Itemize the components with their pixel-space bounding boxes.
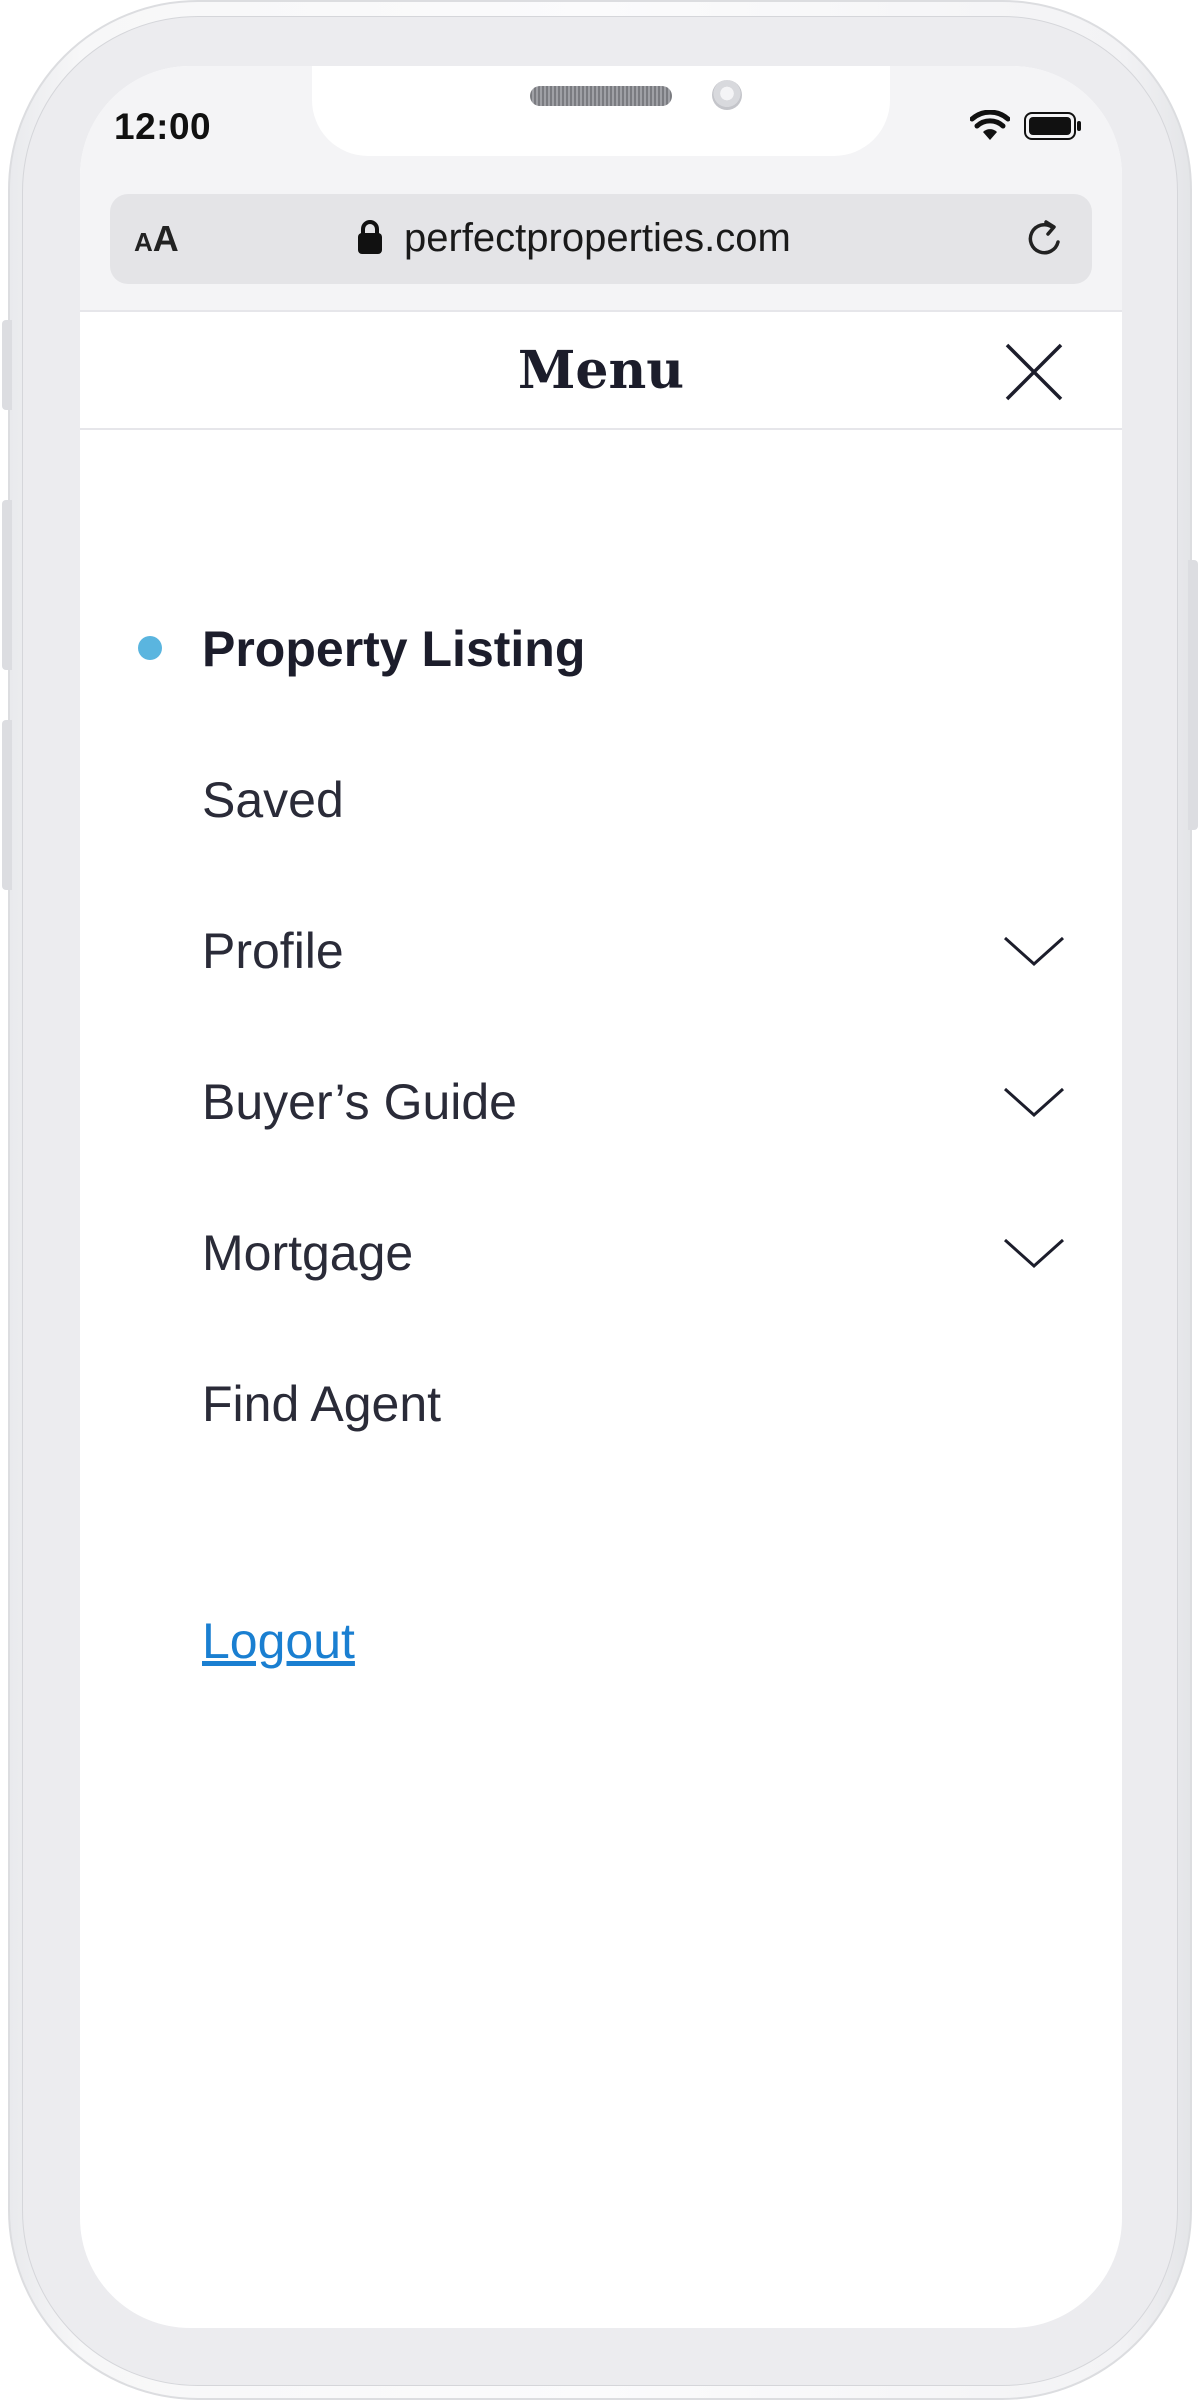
- nav-item-find-agent[interactable]: Find Agent: [80, 1325, 1122, 1475]
- speaker-grille: [530, 86, 672, 106]
- device-scene: 12:00 AA perfectproperties.com Menu Prop…: [0, 0, 1200, 2400]
- battery-icon: [1024, 112, 1081, 140]
- logout-link[interactable]: Logout: [202, 1612, 355, 1670]
- text-size-small-glyph: A: [134, 227, 153, 257]
- nav-item-label: Find Agent: [202, 1376, 442, 1432]
- chevron-down-icon[interactable]: [1002, 1085, 1066, 1121]
- wifi-icon: [970, 110, 1010, 140]
- reload-icon[interactable]: [1022, 216, 1068, 262]
- nav-item-property-listing[interactable]: Property Listing: [80, 570, 1122, 720]
- browser-chrome: 12:00 AA perfectproperties.com: [80, 66, 1122, 310]
- nav-item-label: Mortgage: [202, 1225, 414, 1281]
- nav-item-mortgage[interactable]: Mortgage: [80, 1174, 1122, 1324]
- volume-up-button: [2, 500, 12, 670]
- text-size-large-glyph: A: [152, 218, 179, 259]
- screen: 12:00 AA perfectproperties.com Menu Prop…: [80, 66, 1122, 2328]
- notch: [312, 66, 890, 156]
- silent-switch: [2, 320, 12, 410]
- chevron-down-icon[interactable]: [1002, 934, 1066, 970]
- nav-item-saved[interactable]: Saved: [80, 721, 1122, 871]
- nav-item-label: Property Listing: [202, 621, 586, 677]
- address-bar[interactable]: AA perfectproperties.com: [110, 194, 1092, 284]
- nav-item-label: Saved: [202, 772, 344, 828]
- nav-item-label: Profile: [202, 923, 344, 979]
- front-camera: [712, 80, 742, 110]
- text-size-button[interactable]: AA: [134, 218, 179, 260]
- chevron-down-icon[interactable]: [1002, 1236, 1066, 1272]
- active-indicator-dot: [138, 636, 162, 660]
- menu-header: Menu: [80, 310, 1122, 430]
- menu-title: Menu: [517, 340, 685, 401]
- lock-icon: [358, 220, 382, 254]
- nav-item-buyers-guide[interactable]: Buyer’s Guide: [80, 1023, 1122, 1173]
- power-button: [1188, 560, 1198, 830]
- nav-item-label: Buyer’s Guide: [202, 1074, 517, 1130]
- status-time: 12:00: [114, 106, 212, 147]
- volume-down-button: [2, 720, 12, 890]
- url-text[interactable]: perfectproperties.com: [404, 216, 791, 261]
- nav-item-profile[interactable]: Profile: [80, 872, 1122, 1022]
- close-icon[interactable]: [1002, 340, 1066, 404]
